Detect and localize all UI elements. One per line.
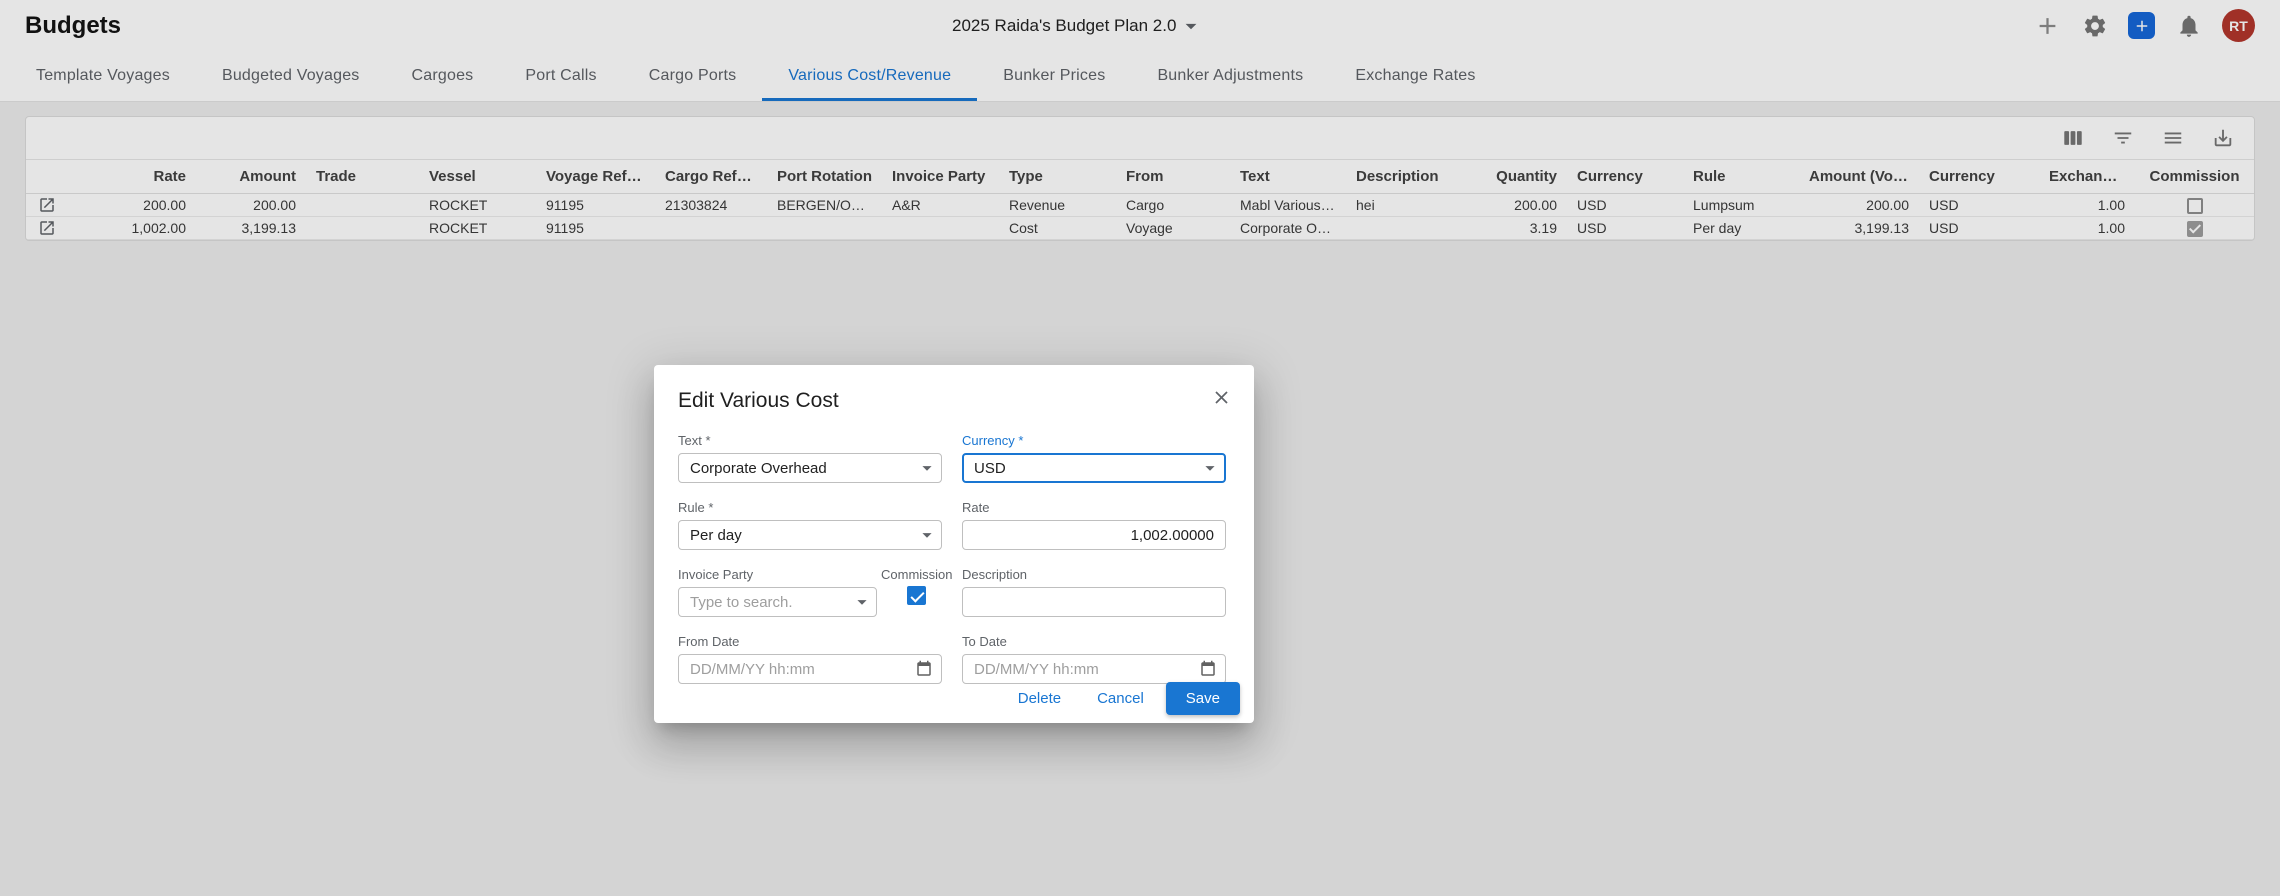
to-date-field: To Date [962, 634, 1226, 684]
to-date-input[interactable] [962, 654, 1226, 684]
text-field: Text * Corporate Overhead [678, 433, 942, 483]
close-icon[interactable] [1211, 387, 1232, 413]
rule-value: Per day [690, 527, 742, 544]
description-label: Description [962, 567, 1226, 582]
currency-value: USD [974, 460, 1006, 477]
calendar-icon[interactable] [1199, 660, 1217, 678]
from-date-input[interactable] [678, 654, 942, 684]
chevron-down-icon [916, 524, 938, 546]
from-date-field: From Date [678, 634, 942, 684]
rate-field: Rate [962, 500, 1226, 550]
from-date-label: From Date [678, 634, 942, 649]
description-field: Description [962, 567, 1226, 617]
chevron-down-icon [916, 457, 938, 479]
invoice-party-field: Invoice Party Type to search. [678, 567, 877, 617]
commission-field: Commission [881, 567, 953, 605]
rule-field: Rule * Per day [678, 500, 942, 550]
invoice-party-placeholder: Type to search. [690, 594, 793, 611]
description-input[interactable] [962, 587, 1226, 617]
rate-label: Rate [962, 500, 1226, 515]
rule-select[interactable]: Per day [678, 520, 942, 550]
text-label: Text * [678, 433, 942, 448]
from-date-wrap [678, 654, 942, 684]
text-value: Corporate Overhead [690, 460, 827, 477]
calendar-icon[interactable] [915, 660, 933, 678]
delete-button[interactable]: Delete [1004, 682, 1075, 715]
currency-label: Currency * [962, 433, 1226, 448]
cancel-button[interactable]: Cancel [1083, 682, 1158, 715]
invoice-party-label: Invoice Party [678, 567, 877, 582]
edit-various-cost-dialog: Edit Various Cost Text * Corporate Overh… [654, 365, 1254, 723]
rule-label: Rule * [678, 500, 942, 515]
chevron-down-icon [851, 591, 873, 613]
commission-checkbox[interactable] [907, 586, 926, 605]
dialog-title: Edit Various Cost [654, 365, 1254, 413]
rate-input[interactable] [962, 520, 1226, 550]
chevron-down-icon [1199, 457, 1221, 479]
to-date-label: To Date [962, 634, 1226, 649]
commission-label: Commission [881, 567, 953, 582]
currency-field: Currency * USD [962, 433, 1226, 483]
dialog-actions: Delete Cancel Save [1004, 682, 1240, 715]
dialog-form: Text * Corporate Overhead Currency * USD… [654, 413, 1254, 684]
invoice-party-select[interactable]: Type to search. [678, 587, 877, 617]
invoice-commission-row: Invoice Party Type to search. Commission [678, 567, 942, 617]
currency-select[interactable]: USD [962, 453, 1226, 483]
text-select[interactable]: Corporate Overhead [678, 453, 942, 483]
to-date-wrap [962, 654, 1226, 684]
save-button[interactable]: Save [1166, 682, 1240, 715]
